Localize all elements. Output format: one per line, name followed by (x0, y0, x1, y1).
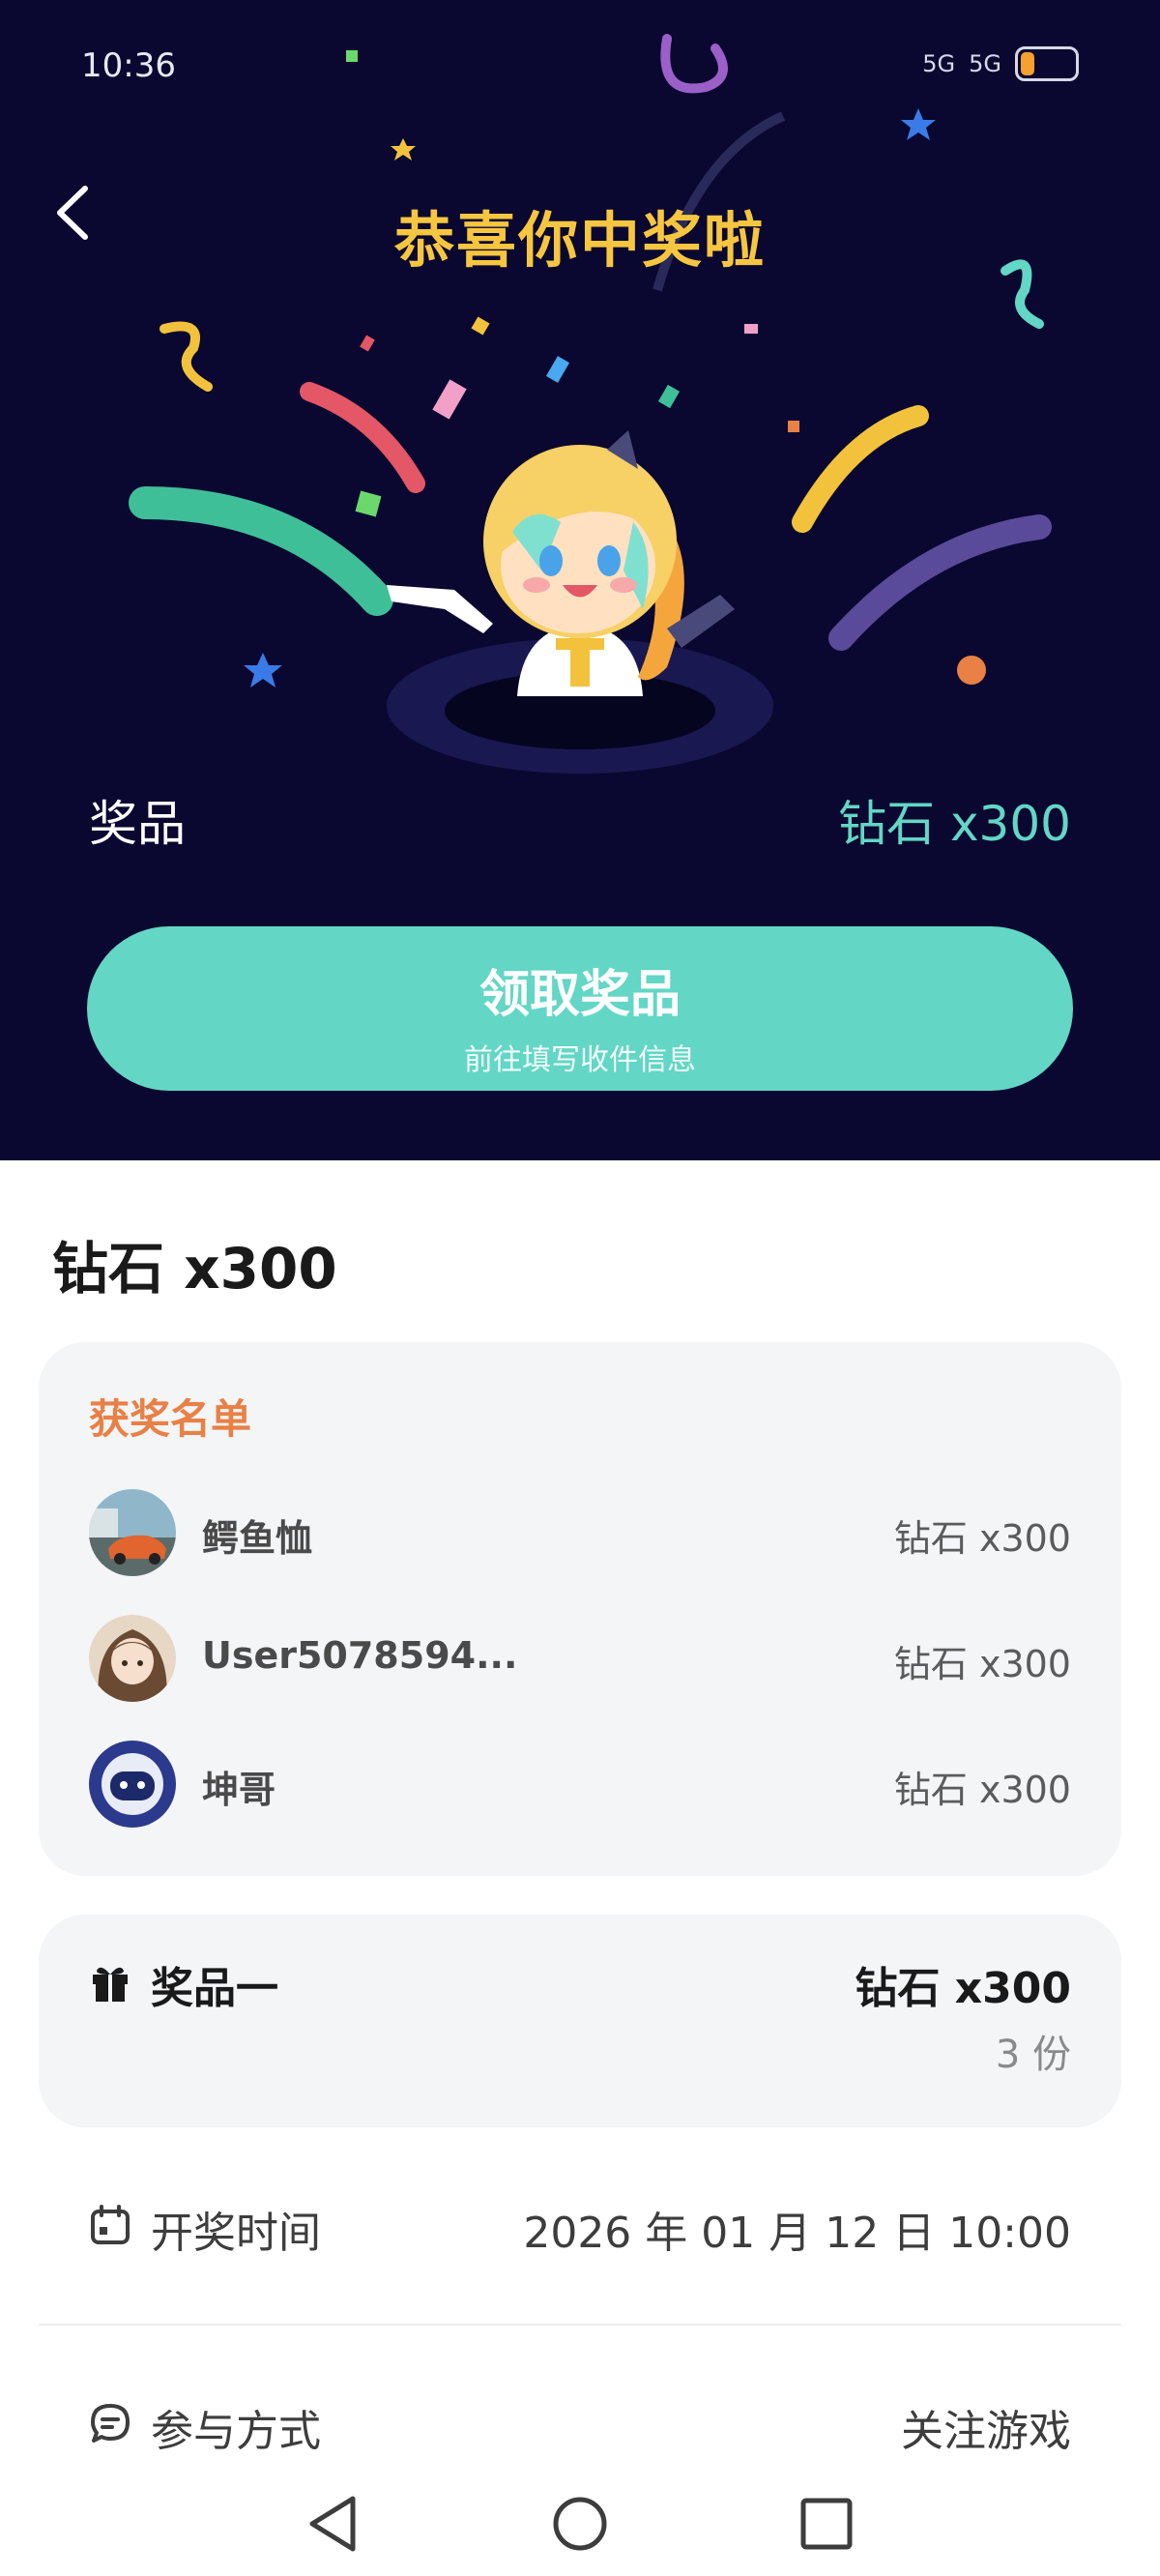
status-bar: 10:36 5G 5G (81, 46, 1079, 95)
winner-name: User5078594... (202, 1634, 518, 1677)
prize-tier-value: 钻石 x300 (855, 1964, 1071, 2013)
winners-header: 获奖名单 (89, 1395, 252, 1443)
prize-title: 钻石 x300 (52, 1236, 337, 1302)
winner-name: 坤哥 (202, 1769, 276, 1811)
prize-tier-label: 奖品一 (151, 1964, 278, 2013)
status-icons: 5G 5G (922, 46, 1079, 81)
winner-prize: 钻石 x300 (893, 1769, 1071, 1811)
participate-label: 参与方式 (151, 2407, 321, 2456)
prize-value: 钻石 x300 (838, 796, 1071, 852)
signal-icon-2: 5G (969, 50, 1001, 77)
nav-back-icon[interactable] (295, 2485, 372, 2562)
mascot-illustration (387, 430, 773, 774)
avatar (89, 1615, 176, 1702)
gift-icon (93, 1967, 128, 2002)
prize-quantity: 3 份 (995, 2033, 1071, 2077)
divider (39, 2324, 1121, 2326)
signal-icon: 5G (922, 50, 956, 77)
hero-banner: 10:36 5G 5G 恭喜你中奖啦 奖品 钻石 x300 领取奖品 前往填写收… (0, 0, 1160, 1160)
draw-time-value: 2026 年 01 月 12 日 10:00 (523, 2209, 1071, 2258)
winner-row[interactable]: 鳄鱼恤 钻石 x300 (89, 1489, 1071, 1576)
prize-detail-card: 奖品一 钻石 x300 3 份 (39, 1915, 1121, 2127)
winner-row[interactable]: User5078594... 钻石 x300 (89, 1615, 1071, 1702)
winner-prize: 钻石 x300 (893, 1643, 1071, 1685)
claim-button-title: 领取奖品 (478, 966, 681, 1024)
draw-time-label: 开奖时间 (151, 2209, 321, 2258)
winner-row[interactable]: 坤哥 钻石 x300 (89, 1741, 1071, 1828)
claim-button-subtitle: 前往填写收件信息 (464, 1043, 696, 1077)
calendar-icon (91, 2205, 130, 2244)
avatar (89, 1489, 176, 1576)
chat-bubble-icon (91, 2404, 130, 2443)
nav-recents-icon[interactable] (788, 2485, 865, 2562)
nav-home-icon[interactable] (541, 2485, 619, 2562)
hero-title: 恭喜你中奖啦 (393, 205, 766, 276)
draw-time-row: 开奖时间 2026 年 01 月 12 日 10:00 (89, 2190, 1071, 2258)
participate-value: 关注游戏 (901, 2407, 1071, 2456)
claim-prize-button[interactable]: 领取奖品 前往填写收件信息 (87, 926, 1073, 1091)
winner-prize: 钻石 x300 (893, 1517, 1071, 1560)
status-time: 10:36 (81, 46, 176, 85)
participate-row[interactable]: 参与方式 关注游戏 (89, 2388, 1071, 2456)
avatar (89, 1741, 176, 1828)
prize-label: 奖品 (89, 796, 186, 852)
battery-icon (1015, 46, 1079, 81)
winner-name: 鳄鱼恤 (202, 1517, 313, 1560)
winners-card: 获奖名单 鳄鱼恤 钻石 x300 User5078594... 钻石 x300 (39, 1342, 1121, 1876)
system-nav-bar (0, 2475, 1160, 2576)
